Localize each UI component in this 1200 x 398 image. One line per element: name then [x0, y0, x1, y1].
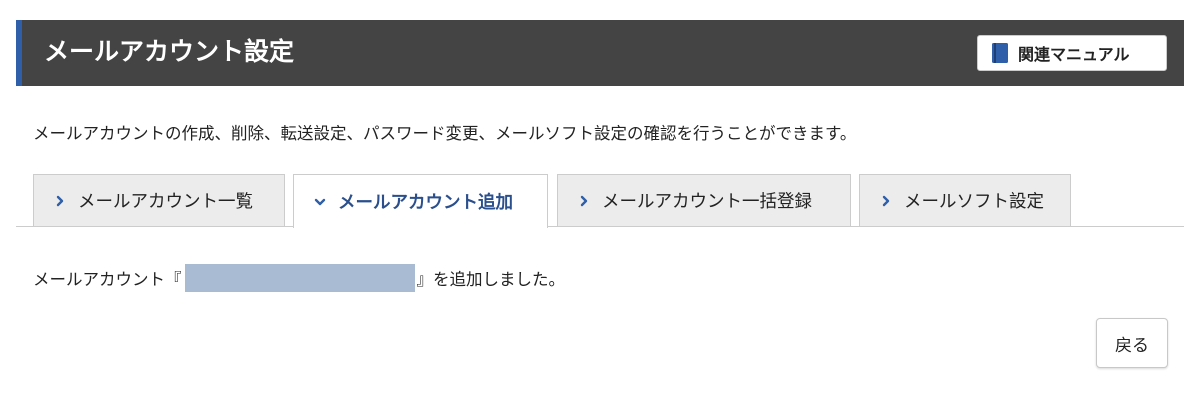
redacted-email-address — [184, 264, 415, 292]
chevron-down-icon — [314, 198, 326, 205]
result-suffix: 』を追加しました。 — [416, 270, 566, 289]
tab-label: メールアカウント一括登録 — [602, 192, 812, 212]
tab-label: メールアカウント一覧 — [78, 192, 253, 212]
book-icon — [992, 43, 1008, 63]
result-prefix: メールアカウント『 — [33, 270, 182, 289]
related-manual-button[interactable]: 関連マニュアル — [977, 35, 1167, 71]
page-header: メールアカウント設定 関連マニュアル — [16, 20, 1184, 86]
chevron-right-icon — [580, 195, 588, 206]
tabs-divider — [16, 226, 1184, 227]
tab-mail-software-settings[interactable]: メールソフト設定 — [859, 174, 1071, 226]
page-title: メールアカウント設定 — [44, 37, 295, 66]
result-message: メールアカウント『 』を追加しました。 — [33, 264, 565, 292]
tab-mail-account-add[interactable]: メールアカウント追加 — [293, 174, 548, 228]
tab-label: メールソフト設定 — [904, 192, 1044, 212]
page-description: メールアカウントの作成、削除、転送設定、パスワード変更、メールソフト設定の確認を… — [33, 124, 857, 143]
tab-mail-account-bulk-register[interactable]: メールアカウント一括登録 — [557, 174, 851, 226]
related-manual-label: 関連マニュアル — [1018, 45, 1130, 64]
tab-label: メールアカウント追加 — [338, 193, 513, 213]
chevron-right-icon — [882, 195, 890, 206]
tab-mail-account-list[interactable]: メールアカウント一覧 — [33, 174, 285, 226]
chevron-right-icon — [56, 195, 64, 206]
back-button[interactable]: 戻る — [1096, 318, 1168, 368]
